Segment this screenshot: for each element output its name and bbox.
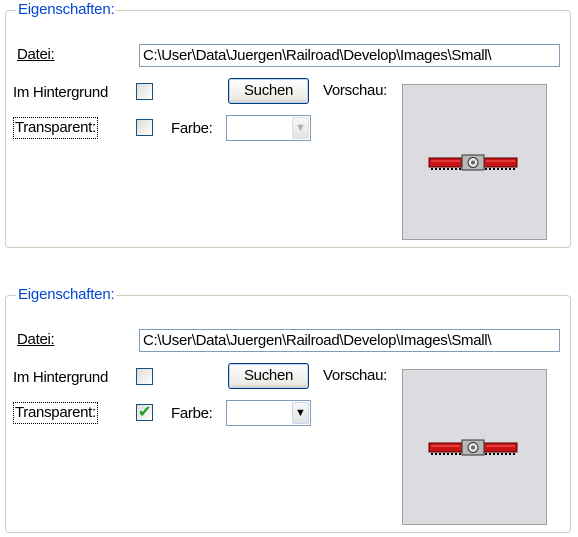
datei-field[interactable]: C:\User\Data\Juergen\Railroad\Develop\Im… xyxy=(139,44,560,67)
red-railcar-icon xyxy=(428,439,518,456)
datei-label: Datei: xyxy=(17,331,55,349)
dropdown-arrow-icon[interactable]: ▼ xyxy=(292,117,309,139)
group-title: Eigenschaften: xyxy=(16,0,117,20)
red-railcar-icon xyxy=(428,154,518,171)
transparent-checkbox[interactable] xyxy=(136,119,153,136)
farbe-label: Farbe: xyxy=(171,405,213,422)
datei-label-text: Datei: xyxy=(17,331,55,348)
transparent-checkbox[interactable]: ✔ xyxy=(136,404,153,421)
vorschau-label: Vorschau: xyxy=(323,367,388,384)
farbe-dropdown[interactable]: ▼ xyxy=(226,115,311,141)
preview-box xyxy=(402,84,547,240)
properties-group-1: Eigenschaften: Datei: C:\User\Data\Juerg… xyxy=(5,0,571,248)
transparent-label: Transparent: xyxy=(13,117,98,139)
dropdown-arrow-icon[interactable]: ▼ xyxy=(292,402,309,424)
checkmark-icon: ✔ xyxy=(138,404,152,421)
datei-field[interactable]: C:\User\Data\Juergen\Railroad\Develop\Im… xyxy=(139,329,560,352)
hintergrund-label: Im Hintergrund xyxy=(13,84,109,101)
farbe-label: Farbe: xyxy=(171,120,213,137)
vorschau-label: Vorschau: xyxy=(323,82,388,99)
properties-group-2: Eigenschaften: Datei: C:\User\Data\Juerg… xyxy=(5,285,571,533)
group-title: Eigenschaften: xyxy=(16,285,117,305)
suchen-button[interactable]: Suchen xyxy=(228,78,309,104)
suchen-button[interactable]: Suchen xyxy=(228,363,309,389)
farbe-dropdown[interactable]: ▼ xyxy=(226,400,311,426)
hintergrund-checkbox[interactable] xyxy=(136,83,153,100)
datei-label: Datei: xyxy=(17,46,55,64)
preview-box xyxy=(402,369,547,525)
hintergrund-label: Im Hintergrund xyxy=(13,369,109,386)
transparent-label: Transparent: xyxy=(13,402,98,424)
hintergrund-checkbox[interactable] xyxy=(136,368,153,385)
datei-label-text: Datei: xyxy=(17,46,55,63)
